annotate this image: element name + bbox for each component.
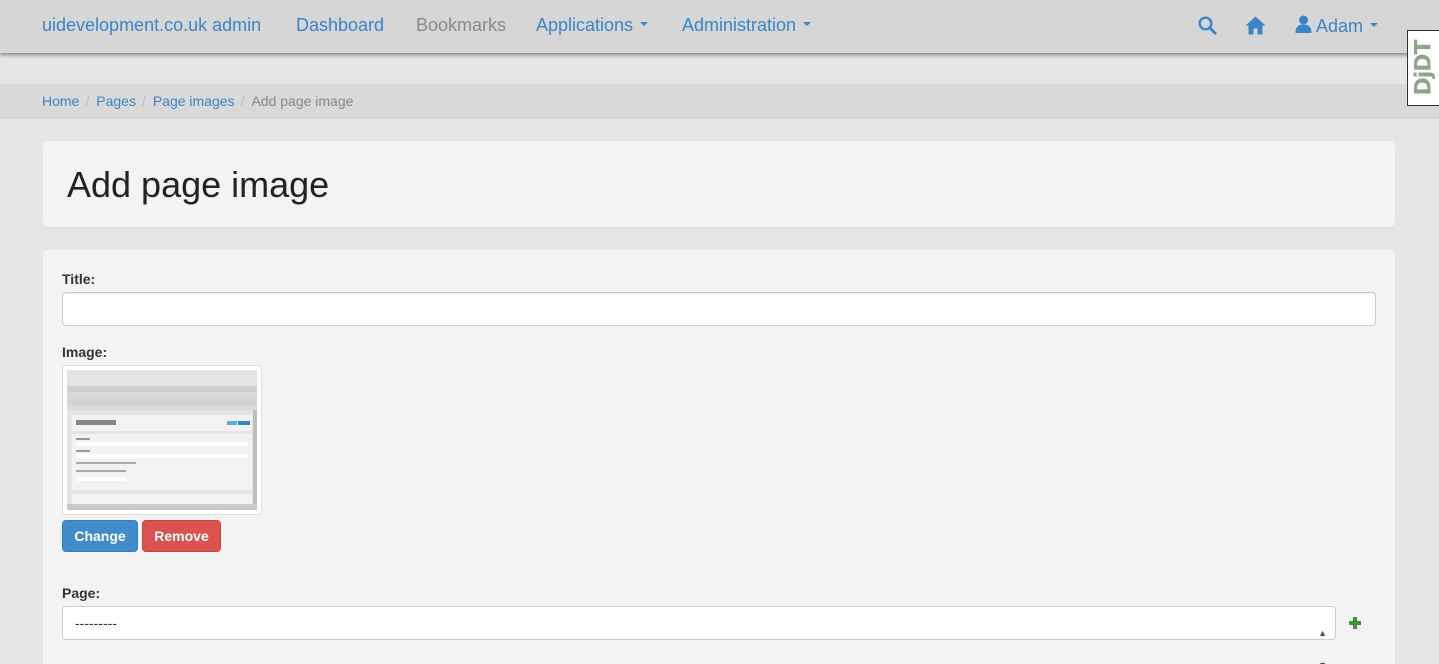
debug-toolbar-handle[interactable]: DjDT bbox=[1407, 30, 1439, 106]
caret-down-icon bbox=[1370, 23, 1379, 28]
breadcrumb: Home / Pages / Page images / Add page image bbox=[0, 84, 1439, 119]
nav-administration-dropdown[interactable]: Administration bbox=[682, 13, 812, 37]
add-page-plus-icon[interactable] bbox=[1349, 616, 1361, 634]
nav-administration-label: Administration bbox=[682, 15, 797, 35]
form-panel: Title: Image: Change Remove Page: ------… bbox=[43, 250, 1395, 664]
page-select-value: --------- bbox=[75, 615, 117, 631]
breadcrumb-separator: / bbox=[240, 93, 245, 109]
breadcrumb-separator: / bbox=[85, 93, 90, 109]
screenshot-preview-image bbox=[67, 370, 257, 510]
breadcrumb-current: Add page image bbox=[251, 93, 354, 109]
nav-applications-label: Applications bbox=[536, 15, 634, 35]
user-name: Adam bbox=[1316, 16, 1364, 36]
top-navbar: uidevelopment.co.uk admin Dashboard Book… bbox=[0, 0, 1439, 53]
page-select[interactable]: --------- ▲▼ bbox=[62, 606, 1336, 664]
breadcrumb-separator: / bbox=[141, 93, 146, 109]
breadcrumb-pages[interactable]: Pages bbox=[96, 93, 136, 109]
breadcrumb-home[interactable]: Home bbox=[42, 93, 79, 109]
select-arrows-icon: ▲▼ bbox=[1318, 628, 1327, 664]
debug-toolbar-label: DjDT bbox=[1411, 36, 1436, 100]
page-header-panel: Add page image bbox=[43, 141, 1395, 227]
nav-bookmarks[interactable]: Bookmarks bbox=[416, 13, 506, 37]
search-icon[interactable] bbox=[1198, 16, 1217, 40]
user-menu-dropdown[interactable]: Adam bbox=[1295, 14, 1379, 38]
home-icon[interactable] bbox=[1245, 16, 1266, 40]
caret-down-icon bbox=[803, 22, 812, 27]
title-input[interactable] bbox=[62, 292, 1376, 326]
page-title: Add page image bbox=[67, 164, 330, 205]
nav-dashboard[interactable]: Dashboard bbox=[296, 13, 384, 37]
page-label: Page: bbox=[62, 585, 101, 601]
brand-link[interactable]: uidevelopment.co.uk admin bbox=[42, 13, 261, 37]
breadcrumb-page-images[interactable]: Page images bbox=[153, 93, 235, 109]
image-thumbnail bbox=[62, 365, 262, 515]
remove-image-button[interactable]: Remove bbox=[142, 520, 221, 552]
caret-down-icon bbox=[640, 22, 649, 27]
image-label: Image: bbox=[62, 344, 108, 360]
user-icon bbox=[1295, 15, 1312, 33]
change-image-button[interactable]: Change bbox=[62, 520, 138, 552]
title-label: Title: bbox=[62, 271, 96, 287]
nav-applications-dropdown[interactable]: Applications bbox=[536, 13, 649, 37]
